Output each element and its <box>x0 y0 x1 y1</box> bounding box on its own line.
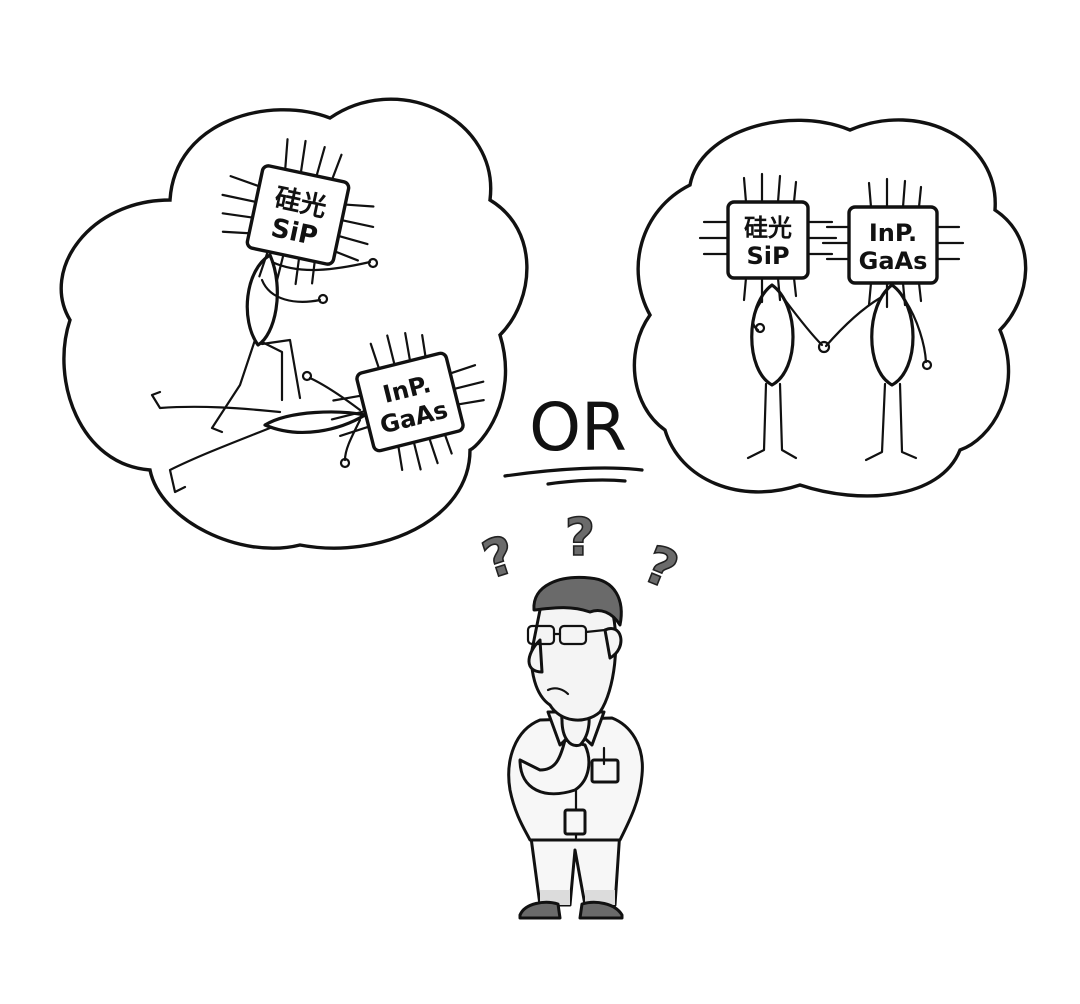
scientist-figure <box>507 575 644 920</box>
cloud-outline-left <box>59 97 529 550</box>
or-label: OR <box>529 389 627 466</box>
cloud-outline-right <box>632 118 1028 498</box>
question-mark-icon: ? <box>565 508 595 568</box>
chip-label-line2: GaAs <box>859 247 928 275</box>
id-badge <box>563 808 587 836</box>
or-divider: OR <box>503 389 644 486</box>
question-mark-icon: ? <box>636 535 686 602</box>
chip-label-line1: 硅光 <box>744 214 792 242</box>
or-underline-top <box>503 466 644 478</box>
illustration-canvas: 硅光 SiP InP. GaAs 硅光 SiP InP. GaAs OR ? ?… <box>59 97 1028 920</box>
left-shoe <box>518 900 562 920</box>
question-mark-icon: ? <box>476 525 523 591</box>
or-underline-bottom <box>546 478 627 486</box>
thought-bubble-right: 硅光 SiP InP. GaAs <box>632 118 1028 498</box>
thought-bubble-left: 硅光 SiP InP. GaAs <box>59 97 529 550</box>
chip-label-line1: InP. <box>869 219 917 247</box>
chip-label-line2: SiP <box>746 242 789 270</box>
